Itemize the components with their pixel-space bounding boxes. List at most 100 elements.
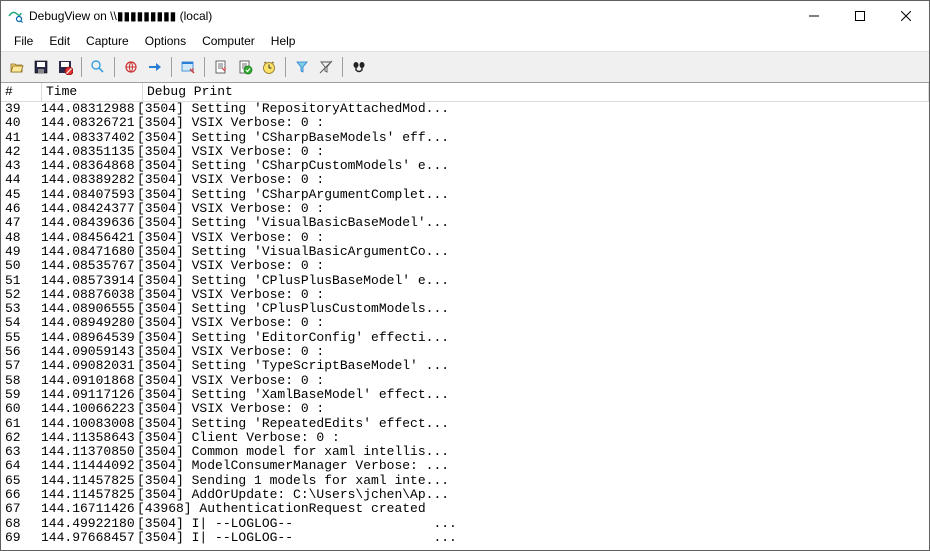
table-row[interactable]: 66144.11457825[3504] AddOrUpdate: C:\Use…	[1, 488, 929, 502]
row-number: 63	[1, 445, 41, 459]
table-row[interactable]: 39144.08312988[3504] Setting 'Repository…	[1, 102, 929, 116]
open-icon[interactable]	[6, 56, 28, 78]
table-row[interactable]: 65144.11457825[3504] Sending 1 models fo…	[1, 474, 929, 488]
table-row[interactable]: 44144.08389282[3504] VSIX Verbose: 0 :	[1, 173, 929, 187]
col-number[interactable]: #	[1, 83, 42, 101]
row-debug-print: [3504] Common model for xaml intellis...	[137, 445, 929, 459]
table-row[interactable]: 54144.08949280[3504] VSIX Verbose: 0 :	[1, 316, 929, 330]
row-time: 144.08471680	[41, 245, 137, 259]
row-debug-print: [3504] VSIX Verbose: 0 :	[137, 259, 929, 273]
row-debug-print: [3504] ModelConsumerManager Verbose: ...	[137, 459, 929, 473]
table-row[interactable]: 51144.08573914[3504] Setting 'CPlusPlusB…	[1, 274, 929, 288]
toolbar-separator	[285, 57, 286, 77]
menu-file[interactable]: File	[6, 32, 41, 50]
capture-events-icon[interactable]	[177, 56, 199, 78]
menu-capture[interactable]: Capture	[78, 32, 137, 50]
table-row[interactable]: 42144.08351135[3504] VSIX Verbose: 0 :	[1, 145, 929, 159]
log-grid[interactable]: 39144.08312988[3504] Setting 'Repository…	[1, 102, 929, 550]
row-debug-print: [3504] I| --LOGLOG-- ...	[137, 517, 929, 531]
row-debug-print: [43968] AuthenticationRequest created	[137, 502, 929, 516]
menu-edit[interactable]: Edit	[41, 32, 78, 50]
table-row[interactable]: 62144.11358643[3504] Client Verbose: 0 :	[1, 431, 929, 445]
pass-through-icon[interactable]	[144, 56, 166, 78]
row-time: 144.08389282	[41, 173, 137, 187]
table-row[interactable]: 45144.08407593[3504] Setting 'CSharpArgu…	[1, 188, 929, 202]
table-row[interactable]: 47144.08439636[3504] Setting 'VisualBasi…	[1, 216, 929, 230]
row-number: 65	[1, 474, 41, 488]
row-time: 144.08364868	[41, 159, 137, 173]
row-number: 62	[1, 431, 41, 445]
toolbar-separator	[171, 57, 172, 77]
row-time: 144.08351135	[41, 145, 137, 159]
row-number: 40	[1, 116, 41, 130]
row-time: 144.11457825	[41, 474, 137, 488]
row-number: 53	[1, 302, 41, 316]
row-time: 144.08876038	[41, 288, 137, 302]
table-row[interactable]: 56144.09059143[3504] VSIX Verbose: 0 :	[1, 345, 929, 359]
row-time: 144.09117126	[41, 388, 137, 402]
col-time[interactable]: Time	[42, 83, 143, 101]
table-row[interactable]: 40144.08326721[3504] VSIX Verbose: 0 :	[1, 116, 929, 130]
table-row[interactable]: 43144.08364868[3504] Setting 'CSharpCust…	[1, 159, 929, 173]
row-debug-print: [3504] Setting 'VisualBasicBaseModel'...	[137, 216, 929, 230]
table-row[interactable]: 58144.09101868[3504] VSIX Verbose: 0 :	[1, 374, 929, 388]
row-debug-print: [3504] Setting 'EditorConfig' effecti...	[137, 331, 929, 345]
filter-icon[interactable]	[291, 56, 313, 78]
row-time: 144.08439636	[41, 216, 137, 230]
row-debug-print: [3504] VSIX Verbose: 0 :	[137, 374, 929, 388]
table-row[interactable]: 53144.08906555[3504] Setting 'CPlusPlusC…	[1, 302, 929, 316]
row-time: 144.08337402	[41, 131, 137, 145]
row-number: 59	[1, 388, 41, 402]
table-row[interactable]: 60144.10066223[3504] VSIX Verbose: 0 :	[1, 402, 929, 416]
row-debug-print: [3504] Setting 'RepeatedEdits' effect...	[137, 417, 929, 431]
row-time: 144.49922180	[41, 517, 137, 531]
clear-icon[interactable]	[234, 56, 256, 78]
row-number: 44	[1, 173, 41, 187]
close-button[interactable]	[883, 1, 929, 31]
grid-header: # Time Debug Print	[1, 83, 929, 102]
table-row[interactable]: 64144.11444092[3504] ModelConsumerManage…	[1, 459, 929, 473]
log-to-file-icon[interactable]	[54, 56, 76, 78]
table-row[interactable]: 63144.11370850[3504] Common model for xa…	[1, 445, 929, 459]
col-debug-print[interactable]: Debug Print	[143, 83, 929, 101]
table-row[interactable]: 61144.10083008[3504] Setting 'RepeatedEd…	[1, 417, 929, 431]
save-icon[interactable]	[30, 56, 52, 78]
table-row[interactable]: 52144.08876038[3504] VSIX Verbose: 0 :	[1, 288, 929, 302]
row-number: 68	[1, 517, 41, 531]
table-row[interactable]: 48144.08456421[3504] VSIX Verbose: 0 :	[1, 231, 929, 245]
row-number: 56	[1, 345, 41, 359]
row-number: 61	[1, 417, 41, 431]
table-row[interactable]: 69144.97668457[3504] I| --LOGLOG-- ...	[1, 531, 929, 545]
row-number: 51	[1, 274, 41, 288]
row-time: 144.08326721	[41, 116, 137, 130]
row-debug-print: [3504] Setting 'RepositoryAttachedMod...	[137, 102, 929, 116]
autoscroll-icon[interactable]	[210, 56, 232, 78]
menu-computer[interactable]: Computer	[194, 32, 263, 50]
table-row[interactable]: 50144.08535767[3504] VSIX Verbose: 0 :	[1, 259, 929, 273]
row-debug-print: [3504] Setting 'TypeScriptBaseModel' ...	[137, 359, 929, 373]
capture-win32-icon[interactable]	[120, 56, 142, 78]
menu-help[interactable]: Help	[263, 32, 304, 50]
table-row[interactable]: 49144.08471680[3504] Setting 'VisualBasi…	[1, 245, 929, 259]
table-row[interactable]: 41144.08337402[3504] Setting 'CSharpBase…	[1, 131, 929, 145]
row-number: 47	[1, 216, 41, 230]
titlebar: DebugView on \\▮▮▮▮▮▮▮▮▮ (local)	[1, 1, 929, 31]
highlight-icon[interactable]	[315, 56, 337, 78]
table-row[interactable]: 55144.08964539[3504] Setting 'EditorConf…	[1, 331, 929, 345]
capture-icon[interactable]	[87, 56, 109, 78]
table-row[interactable]: 57144.09082031[3504] Setting 'TypeScript…	[1, 359, 929, 373]
minimize-button[interactable]	[791, 1, 837, 31]
table-row[interactable]: 59144.09117126[3504] Setting 'XamlBaseMo…	[1, 388, 929, 402]
row-number: 41	[1, 131, 41, 145]
maximize-button[interactable]	[837, 1, 883, 31]
row-time: 144.08964539	[41, 331, 137, 345]
table-row[interactable]: 46144.08424377[3504] VSIX Verbose: 0 :	[1, 202, 929, 216]
table-row[interactable]: 67144.16711426[43968] AuthenticationRequ…	[1, 502, 929, 516]
find-icon[interactable]	[348, 56, 370, 78]
time-icon[interactable]	[258, 56, 280, 78]
row-time: 144.09101868	[41, 374, 137, 388]
menu-options[interactable]: Options	[137, 32, 194, 50]
row-time: 144.11370850	[41, 445, 137, 459]
table-row[interactable]: 68144.49922180[3504] I| --LOGLOG-- ...	[1, 517, 929, 531]
row-number: 66	[1, 488, 41, 502]
